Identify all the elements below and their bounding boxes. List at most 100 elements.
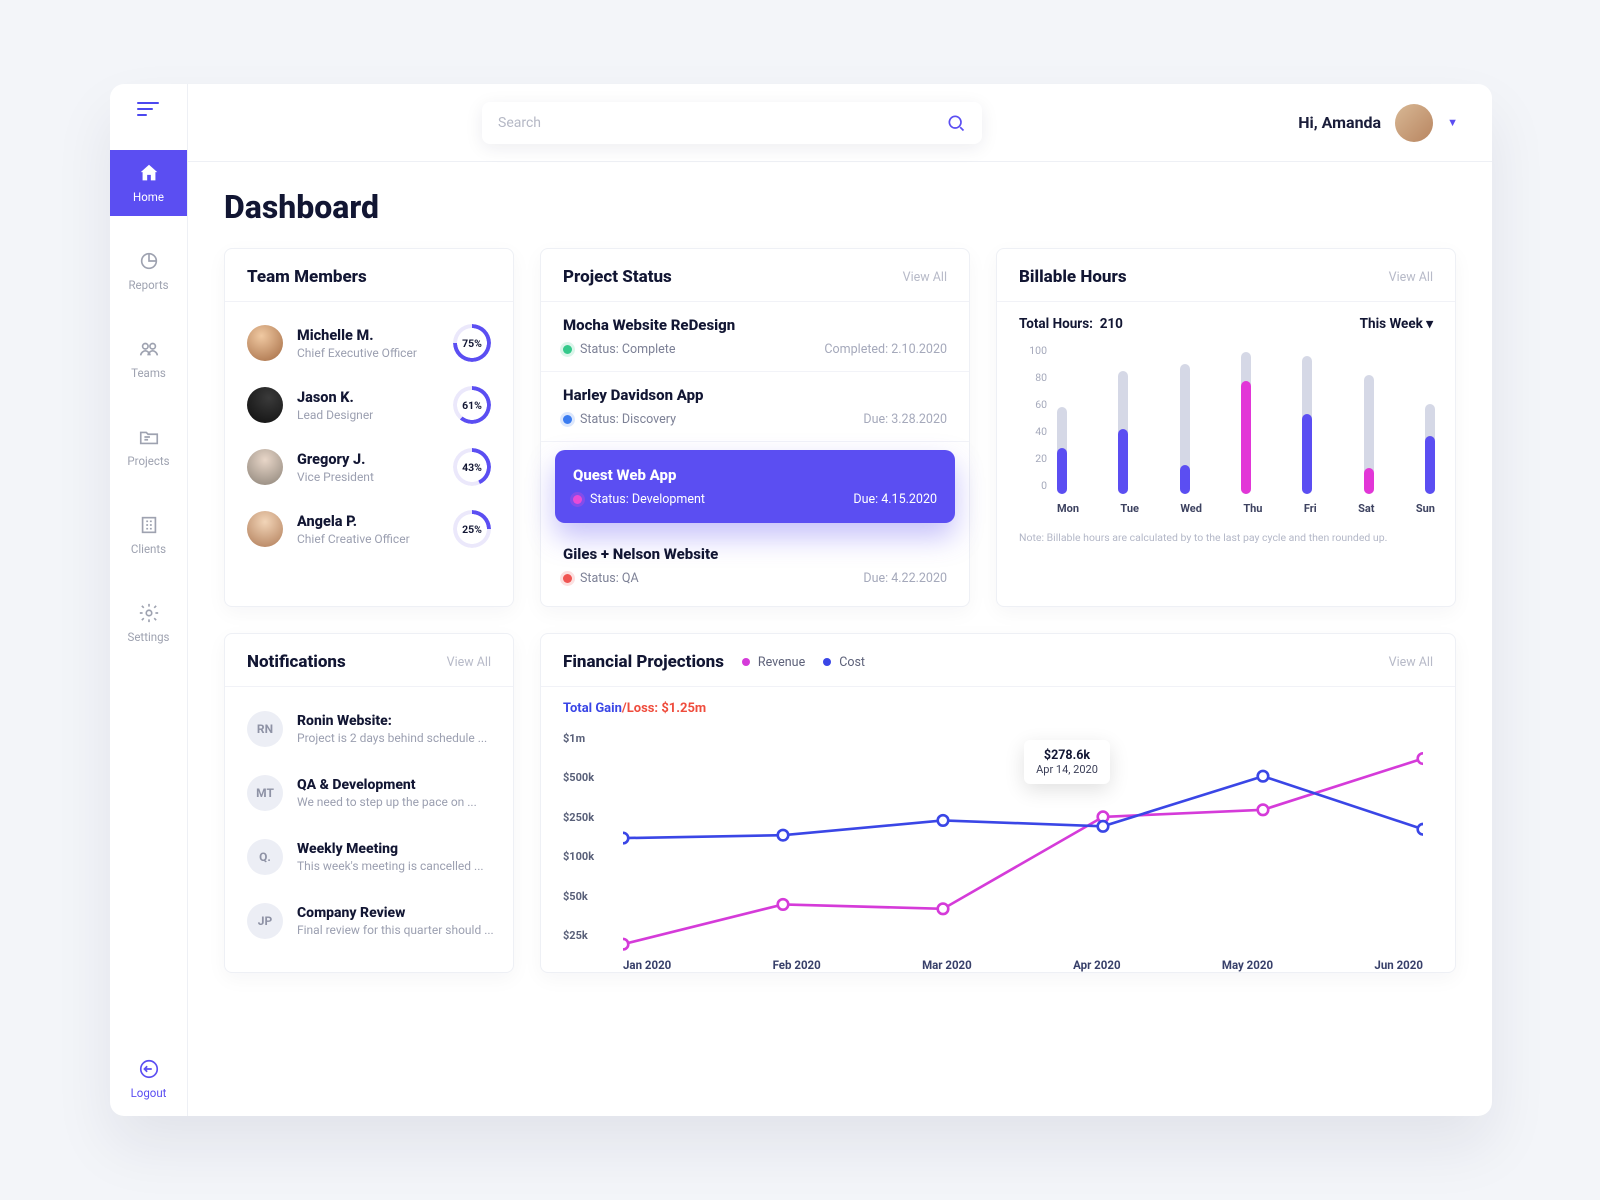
team-member-row[interactable]: Angela P. Chief Creative Officer 25% bbox=[247, 498, 491, 560]
building-icon bbox=[138, 514, 160, 536]
team-members-card: Team Members Michelle M. Chief Executive… bbox=[224, 248, 514, 607]
logout-label: Logout bbox=[131, 1086, 167, 1100]
notification-row[interactable]: Q. Weekly Meeting This week's meeting is… bbox=[247, 825, 491, 889]
notification-text: This week's meeting is cancelled ... bbox=[297, 859, 484, 873]
bar bbox=[1302, 356, 1312, 494]
member-role: Lead Designer bbox=[297, 408, 453, 422]
piechart-icon bbox=[138, 250, 160, 272]
menu-toggle-icon[interactable] bbox=[137, 102, 161, 116]
range-dropdown[interactable]: This Week ▾ bbox=[1360, 316, 1433, 332]
sidebar-item-settings[interactable]: Settings bbox=[110, 590, 187, 656]
view-all-link[interactable]: View All bbox=[447, 655, 491, 670]
progress-ring: 43% bbox=[453, 448, 491, 486]
bar bbox=[1364, 375, 1374, 494]
card-title: Notifications bbox=[247, 652, 346, 672]
sidebar-label: Projects bbox=[127, 454, 169, 468]
member-photo bbox=[247, 449, 283, 485]
card-title: Billable Hours bbox=[1019, 267, 1127, 287]
teams-icon bbox=[138, 338, 160, 360]
notification-title: Weekly Meeting bbox=[297, 841, 484, 857]
member-name: Michelle M. bbox=[297, 327, 453, 344]
sidebar-item-clients[interactable]: Clients bbox=[110, 502, 187, 568]
notification-title: Ronin Website: bbox=[297, 713, 487, 729]
sidebar-item-projects[interactable]: Projects bbox=[110, 414, 187, 480]
sidebar-nav: Home Reports Teams Projects Clients Sett… bbox=[110, 150, 187, 656]
team-member-row[interactable]: Jason K. Lead Designer 61% bbox=[247, 374, 491, 436]
project-name: Quest Web App bbox=[573, 466, 937, 484]
financial-projections-card: Financial Projections Revenue Cost View … bbox=[540, 633, 1456, 973]
member-name: Gregory J. bbox=[297, 451, 453, 468]
member-role: Chief Executive Officer bbox=[297, 346, 453, 360]
sidebar-item-teams[interactable]: Teams bbox=[110, 326, 187, 392]
user-menu[interactable]: Hi, Amanda ▼ bbox=[1298, 104, 1458, 142]
greeting: Hi, Amanda bbox=[1298, 113, 1381, 132]
project-due: Due: 3.28.2020 bbox=[863, 412, 947, 427]
home-icon bbox=[138, 162, 160, 184]
project-row[interactable]: Mocha Website ReDesign Status: Complete … bbox=[541, 302, 969, 372]
bar bbox=[1425, 404, 1435, 494]
billable-hours-card: Billable Hours View All Total Hours: 210… bbox=[996, 248, 1456, 607]
card-title: Team Members bbox=[247, 267, 367, 287]
project-status: Status: Development bbox=[573, 492, 705, 507]
project-due: Completed: 2.10.2020 bbox=[824, 342, 947, 357]
notification-title: QA & Development bbox=[297, 777, 477, 793]
search-input[interactable] bbox=[498, 115, 946, 131]
project-due: Due: 4.22.2020 bbox=[863, 571, 947, 586]
billable-chart: 100806040200 MonTueWedThuFriSatSun bbox=[997, 338, 1455, 525]
notification-row[interactable]: RN Ronin Website: Project is 2 days behi… bbox=[247, 697, 491, 761]
project-row[interactable]: Quest Web App Status: Development Due: 4… bbox=[555, 450, 955, 523]
member-role: Vice President bbox=[297, 470, 453, 484]
content: Dashboard Team Members Michelle M. Chief… bbox=[188, 162, 1492, 1116]
sidebar-label: Home bbox=[133, 190, 164, 204]
bar bbox=[1118, 371, 1128, 494]
view-all-link[interactable]: View All bbox=[903, 270, 947, 285]
member-name: Angela P. bbox=[297, 513, 453, 530]
legend-cost: Cost bbox=[823, 655, 865, 670]
chevron-down-icon: ▼ bbox=[1447, 116, 1458, 129]
project-status-card: Project Status View All Mocha Website Re… bbox=[540, 248, 970, 607]
logout-icon bbox=[138, 1058, 160, 1080]
notification-row[interactable]: MT QA & Development We need to step up t… bbox=[247, 761, 491, 825]
notification-badge: JP bbox=[247, 903, 283, 939]
gear-icon bbox=[138, 602, 160, 624]
project-due: Due: 4.15.2020 bbox=[853, 492, 937, 507]
logout-button[interactable]: Logout bbox=[131, 1058, 167, 1100]
sidebar-label: Teams bbox=[131, 366, 166, 380]
topbar: Hi, Amanda ▼ bbox=[188, 84, 1492, 162]
project-status: Status: Complete bbox=[563, 342, 676, 357]
notification-badge: MT bbox=[247, 775, 283, 811]
project-row[interactable]: Giles + Nelson Website Status: QA Due: 4… bbox=[541, 531, 969, 600]
bar bbox=[1241, 352, 1251, 494]
member-name: Jason K. bbox=[297, 389, 453, 406]
progress-ring: 61% bbox=[453, 386, 491, 424]
search-box[interactable] bbox=[482, 102, 982, 144]
view-all-link[interactable]: View All bbox=[1389, 655, 1433, 670]
chart-tooltip: $278.6kApr 14, 2020 bbox=[1024, 740, 1110, 784]
search-icon bbox=[946, 113, 966, 133]
bar bbox=[1180, 364, 1190, 495]
app-shell: Home Reports Teams Projects Clients Sett… bbox=[110, 84, 1492, 1116]
project-status: Status: Discovery bbox=[563, 412, 676, 427]
project-name: Mocha Website ReDesign bbox=[563, 316, 947, 334]
main: Hi, Amanda ▼ Dashboard Team Members Mich… bbox=[188, 84, 1492, 1116]
view-all-link[interactable]: View All bbox=[1389, 270, 1433, 285]
sidebar-item-reports[interactable]: Reports bbox=[110, 238, 187, 304]
sidebar-item-home[interactable]: Home bbox=[110, 150, 187, 216]
notification-badge: Q. bbox=[247, 839, 283, 875]
card-title: Project Status bbox=[563, 267, 672, 287]
legend-revenue: Revenue bbox=[742, 655, 805, 670]
progress-ring: 75% bbox=[453, 324, 491, 362]
notification-text: Project is 2 days behind schedule ... bbox=[297, 731, 487, 745]
notification-text: Final review for this quarter should ... bbox=[297, 923, 494, 937]
folder-icon bbox=[138, 426, 160, 448]
notification-row[interactable]: JP Company Review Final review for this … bbox=[247, 889, 491, 953]
member-photo bbox=[247, 325, 283, 361]
sidebar: Home Reports Teams Projects Clients Sett… bbox=[110, 84, 188, 1116]
notification-badge: RN bbox=[247, 711, 283, 747]
page-title: Dashboard bbox=[224, 188, 1456, 226]
project-row[interactable]: Harley Davidson App Status: Discovery Du… bbox=[541, 372, 969, 442]
project-name: Harley Davidson App bbox=[563, 386, 947, 404]
team-member-row[interactable]: Gregory J. Vice President 43% bbox=[247, 436, 491, 498]
team-member-row[interactable]: Michelle M. Chief Executive Officer 75% bbox=[247, 312, 491, 374]
member-photo bbox=[247, 511, 283, 547]
